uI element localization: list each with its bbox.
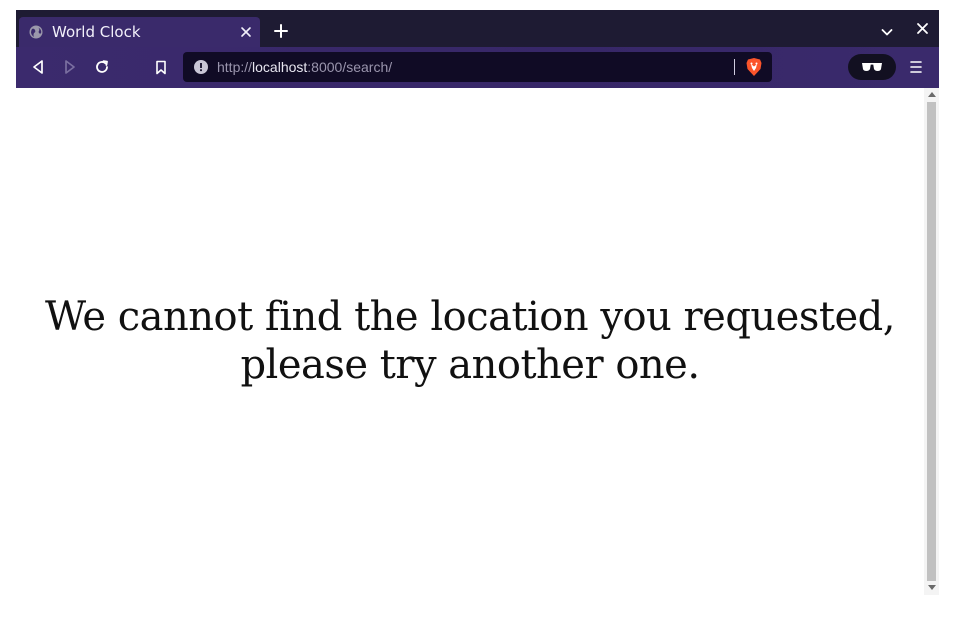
url-path: :8000/search/: [307, 59, 393, 75]
window-close-icon[interactable]: [916, 22, 929, 35]
hamburger-menu-icon[interactable]: [909, 59, 923, 75]
url-text[interactable]: http://localhost:8000/search/: [217, 58, 392, 76]
text-cursor: [734, 59, 735, 75]
scrollbar-thumb[interactable]: [927, 102, 936, 581]
info-icon[interactable]: [194, 60, 208, 74]
toolbar: http://localhost:8000/search/: [16, 47, 939, 88]
back-icon[interactable]: [28, 57, 48, 77]
tab-world-clock[interactable]: World Clock: [19, 17, 260, 47]
bookmark-icon[interactable]: [151, 57, 171, 77]
tab-title: World Clock: [52, 23, 141, 41]
url-scheme: http://: [217, 59, 253, 75]
globe-icon: [29, 25, 43, 39]
browser-window: World Clock http://localhost:8000/search…: [16, 10, 939, 595]
tab-strip: World Clock: [16, 10, 939, 47]
url-host: localhost: [252, 59, 308, 75]
close-icon[interactable]: [240, 26, 252, 38]
vertical-scrollbar[interactable]: [924, 88, 939, 595]
plus-icon[interactable]: [273, 23, 289, 39]
sunglasses-icon: [861, 61, 883, 73]
reload-icon[interactable]: [92, 57, 112, 77]
chevron-down-icon[interactable]: [880, 25, 894, 39]
brave-shield-icon[interactable]: [745, 57, 763, 77]
scroll-down-arrow-icon[interactable]: [928, 585, 936, 590]
scroll-up-arrow-icon[interactable]: [928, 92, 936, 97]
forward-icon[interactable]: [60, 57, 80, 77]
page-content: We cannot find the location you requeste…: [16, 88, 924, 595]
private-window-button[interactable]: [848, 54, 896, 80]
address-bar[interactable]: http://localhost:8000/search/: [183, 52, 772, 82]
error-message: We cannot find the location you requeste…: [45, 294, 895, 388]
